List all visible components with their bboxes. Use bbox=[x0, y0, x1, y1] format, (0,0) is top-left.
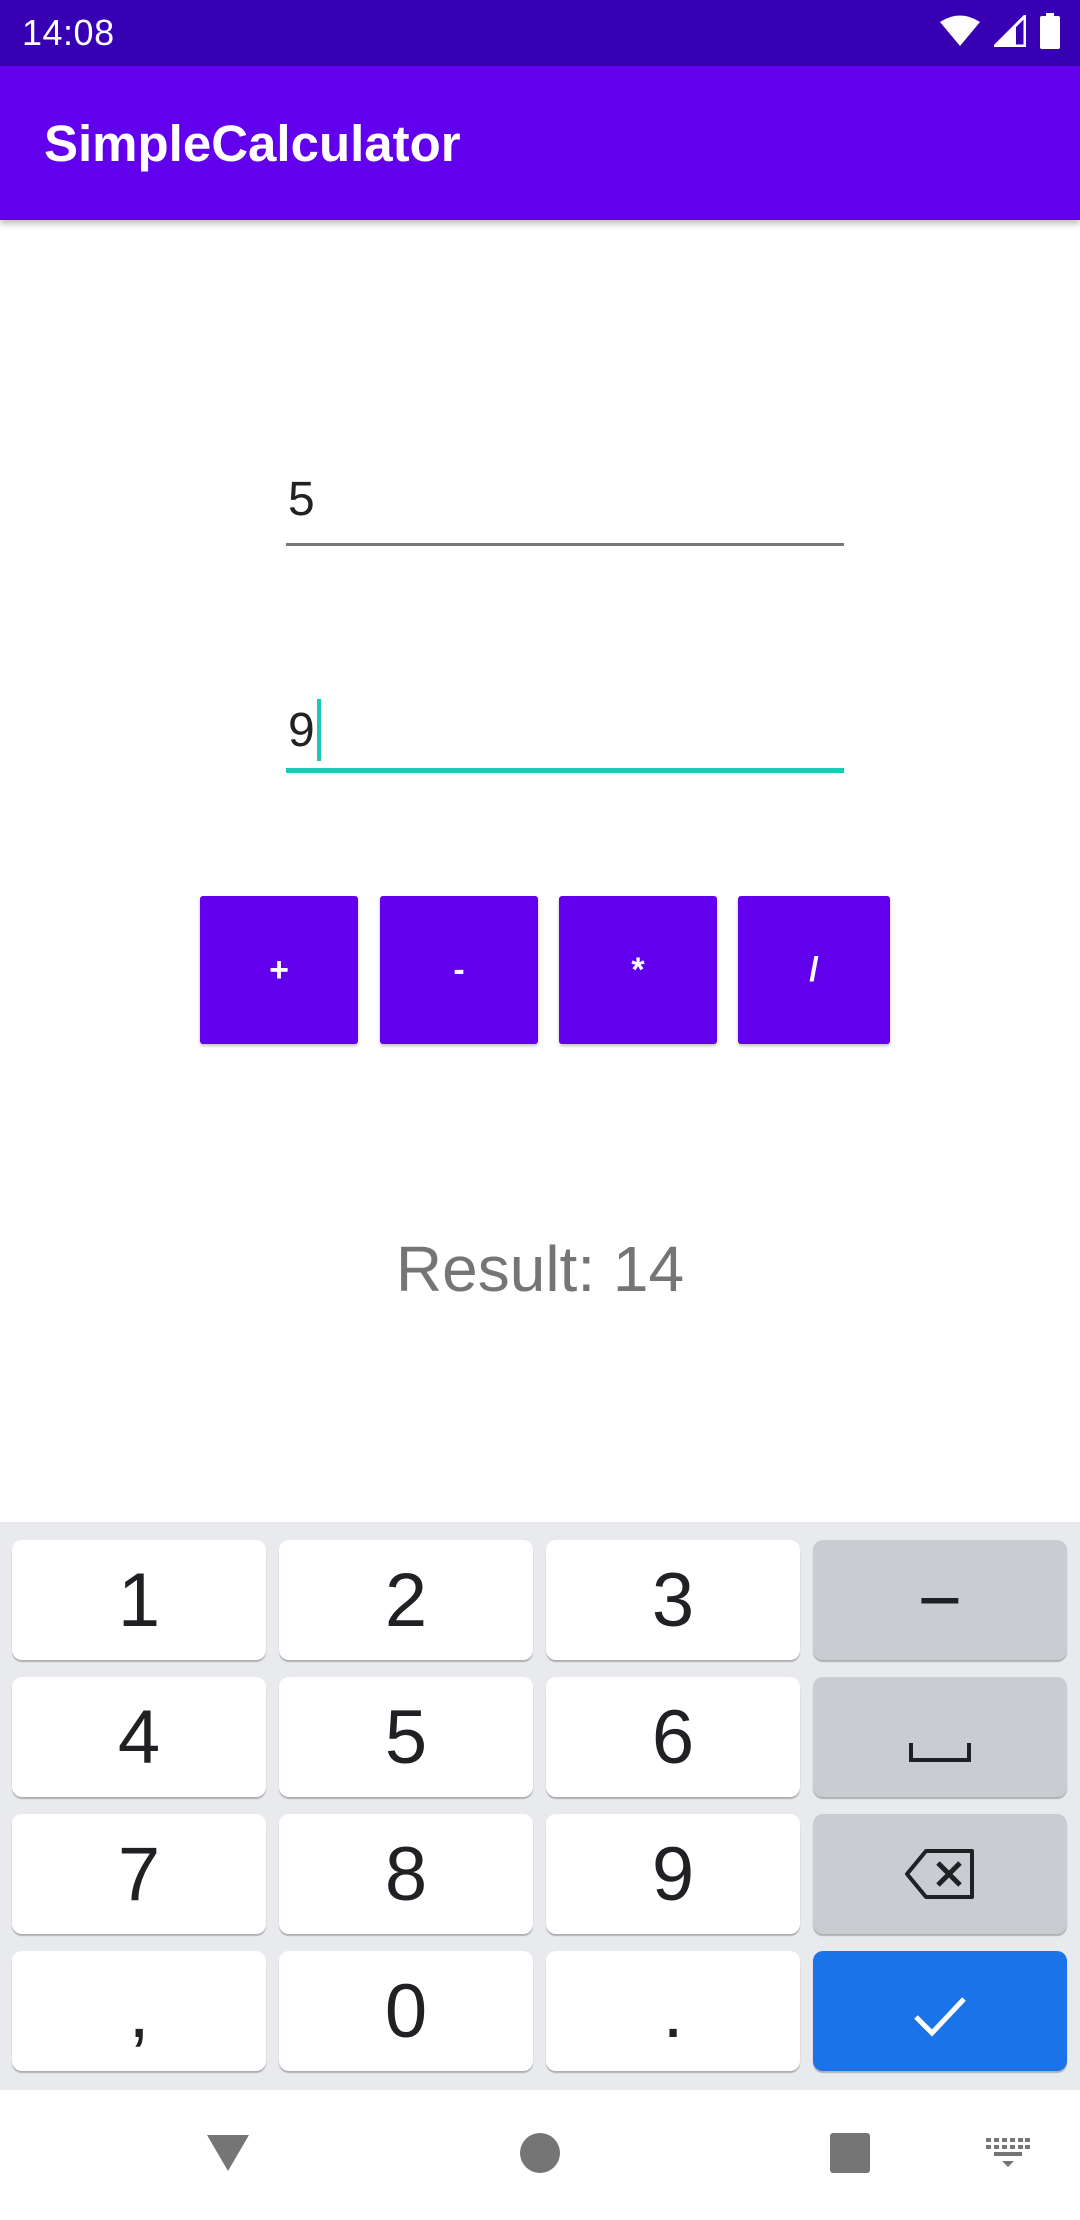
numeric-keyboard: 1 2 3 − 4 5 6 7 8 9 , 0 . bbox=[0, 1522, 1080, 2090]
first-number-input[interactable]: 5 bbox=[286, 466, 844, 546]
second-number-input[interactable]: 9 bbox=[286, 693, 844, 773]
app-bar: SimpleCalculator bbox=[0, 66, 1080, 220]
status-bar: 14:08 bbox=[0, 0, 1080, 66]
screen: 14:08 SimpleCalculator 5 9 + - * / Resul… bbox=[0, 0, 1080, 2220]
second-number-underline bbox=[286, 768, 844, 773]
wifi-icon bbox=[940, 15, 980, 52]
app-title: SimpleCalculator bbox=[44, 115, 461, 172]
status-icons bbox=[940, 11, 1060, 54]
key-7[interactable]: 7 bbox=[12, 1814, 266, 1934]
home-icon bbox=[519, 2132, 561, 2179]
key-space[interactable] bbox=[813, 1677, 1067, 1797]
first-number-value: 5 bbox=[288, 473, 315, 526]
first-number-underline bbox=[286, 543, 844, 546]
result-text: Result: 14 bbox=[395, 1233, 685, 1305]
keyboard-switch-button[interactable] bbox=[976, 2090, 1040, 2220]
recents-icon bbox=[829, 2132, 871, 2179]
backspace-icon bbox=[904, 1831, 976, 1918]
key-2[interactable]: 2 bbox=[279, 1540, 533, 1660]
navigation-bar bbox=[0, 2090, 1080, 2220]
home-button[interactable] bbox=[490, 2090, 590, 2220]
key-5[interactable]: 5 bbox=[279, 1677, 533, 1797]
key-9[interactable]: 9 bbox=[546, 1814, 800, 1934]
key-8[interactable]: 8 bbox=[279, 1814, 533, 1934]
key-enter[interactable] bbox=[813, 1951, 1067, 2071]
key-3[interactable]: 3 bbox=[546, 1540, 800, 1660]
key-comma[interactable]: , bbox=[12, 1951, 266, 2071]
key-6[interactable]: 6 bbox=[546, 1677, 800, 1797]
space-icon bbox=[908, 1694, 972, 1781]
key-backspace[interactable] bbox=[813, 1814, 1067, 1934]
status-time: 14:08 bbox=[22, 12, 115, 53]
key-minus[interactable]: − bbox=[813, 1540, 1067, 1660]
key-period[interactable]: . bbox=[546, 1951, 800, 2071]
text-cursor bbox=[316, 699, 321, 761]
recents-button[interactable] bbox=[800, 2090, 900, 2220]
add-button[interactable]: + bbox=[200, 896, 358, 1044]
second-number-value: 9 bbox=[288, 703, 315, 757]
key-0[interactable]: 0 bbox=[279, 1951, 533, 2071]
battery-icon bbox=[1040, 12, 1060, 54]
back-button[interactable] bbox=[178, 2090, 278, 2220]
key-1[interactable]: 1 bbox=[12, 1540, 266, 1660]
multiply-button[interactable]: * bbox=[559, 896, 717, 1044]
subtract-button[interactable]: - bbox=[380, 896, 538, 1044]
key-4[interactable]: 4 bbox=[12, 1677, 266, 1797]
divide-button[interactable]: / bbox=[738, 896, 890, 1044]
second-number-field-content: 9 bbox=[288, 699, 321, 761]
checkmark-icon bbox=[912, 1968, 968, 2055]
cell-signal-icon bbox=[991, 11, 1027, 52]
keyboard-switch-icon bbox=[986, 2137, 1030, 2173]
back-icon bbox=[205, 2133, 251, 2178]
